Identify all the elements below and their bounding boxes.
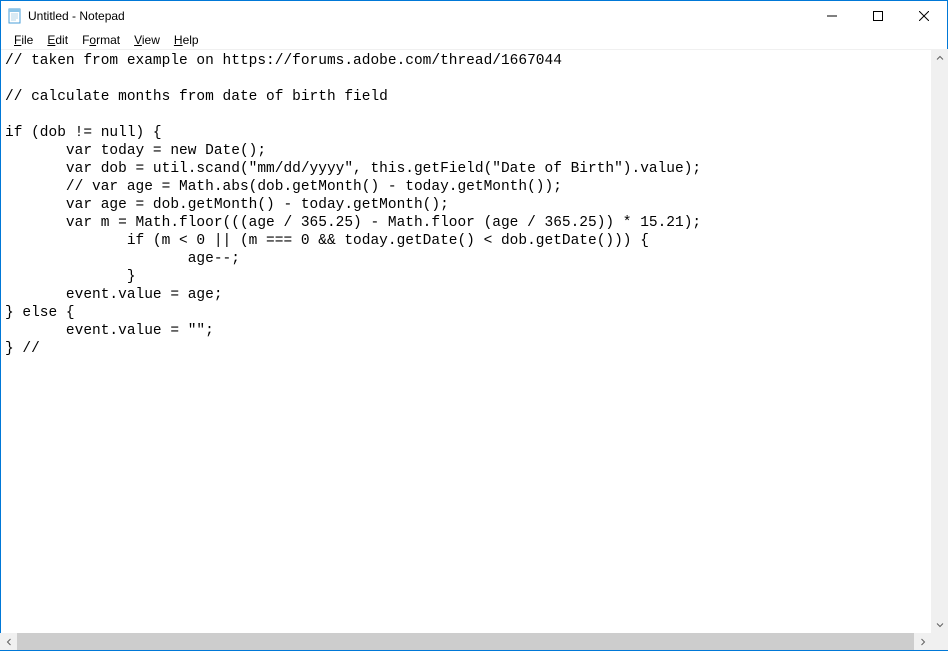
- menu-format[interactable]: Format: [75, 32, 127, 48]
- scroll-right-button[interactable]: [914, 633, 931, 650]
- scrollbar-corner: [931, 633, 948, 650]
- menu-edit-rest: dit: [55, 33, 68, 47]
- window-title: Untitled - Notepad: [28, 9, 125, 23]
- menu-view[interactable]: View: [127, 32, 167, 48]
- scroll-left-button[interactable]: [0, 633, 17, 650]
- notepad-icon: [7, 8, 23, 24]
- menu-help-rest: elp: [183, 33, 199, 47]
- menu-edit[interactable]: Edit: [40, 32, 75, 48]
- editor-textarea[interactable]: // taken from example on https://forums.…: [1, 50, 947, 650]
- editor-area-wrapper: // taken from example on https://forums.…: [1, 50, 947, 650]
- maximize-button[interactable]: [855, 1, 901, 31]
- menu-file-rest: ile: [21, 33, 33, 47]
- menubar: File Edit Format View Help: [1, 31, 947, 50]
- notepad-window: Untitled - Notepad File Edit Format View…: [0, 0, 948, 651]
- vertical-scrollbar[interactable]: [931, 49, 948, 633]
- horizontal-scroll-track[interactable]: [17, 633, 914, 650]
- menu-view-rest: iew: [142, 33, 160, 47]
- horizontal-scroll-thumb[interactable]: [17, 633, 914, 650]
- scroll-down-button[interactable]: [931, 616, 948, 633]
- menu-format-rest: rmat: [96, 33, 120, 47]
- scroll-up-button[interactable]: [931, 49, 948, 66]
- minimize-button[interactable]: [809, 1, 855, 31]
- menu-file[interactable]: File: [7, 32, 40, 48]
- menu-help[interactable]: Help: [167, 32, 206, 48]
- window-controls: [809, 1, 947, 31]
- titlebar[interactable]: Untitled - Notepad: [1, 1, 947, 31]
- horizontal-scrollbar[interactable]: [0, 633, 931, 650]
- vertical-scroll-track[interactable]: [931, 66, 948, 616]
- close-button[interactable]: [901, 1, 947, 31]
